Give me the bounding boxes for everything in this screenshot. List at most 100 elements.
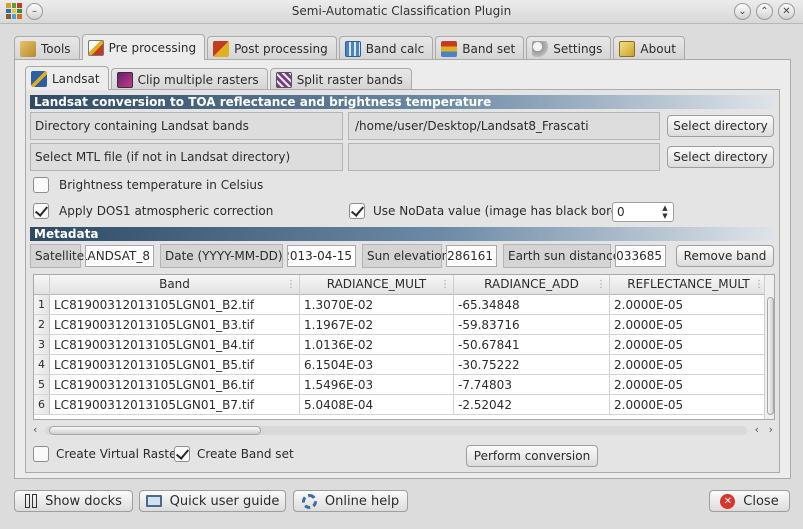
create-virtual-raster-checkbox[interactable]	[33, 446, 49, 462]
dos1-checkbox[interactable]	[33, 203, 49, 219]
tab-label: Split raster bands	[296, 72, 403, 87]
radiance-mult-cell[interactable]: 1.3070E-02	[300, 295, 454, 315]
radiance-mult-cell[interactable]: 6.1504E-03	[300, 355, 454, 375]
scroll-right-icon[interactable]: ›	[769, 423, 773, 436]
reflectance-mult-cell[interactable]: 2.0000E-05	[610, 375, 768, 395]
split-icon	[275, 71, 292, 88]
band-cell[interactable]: LC81900312013105LGN01_B7.tif	[50, 395, 300, 415]
landsat-directory-field[interactable]: /home/user/Desktop/Landsat8_Frascati	[348, 112, 660, 140]
horizontal-scrollbar-thumb[interactable]	[49, 426, 261, 435]
about-icon	[619, 40, 636, 57]
band-cell[interactable]: LC81900312013105LGN01_B5.tif	[50, 355, 300, 375]
nodata-value-spinbox[interactable]: 0 ▲ ▼	[612, 202, 674, 222]
tab-post-processing[interactable]: Post processing	[207, 36, 337, 60]
nodata-checkbox[interactable]	[349, 203, 365, 219]
radiance-mult-cell[interactable]: 1.0136E-02	[300, 335, 454, 355]
date-field[interactable]: 2013-04-15	[287, 245, 356, 267]
quick-user-guide-button[interactable]: Quick user guide	[139, 490, 286, 512]
satellite-label: Satellite	[30, 244, 84, 268]
vertical-scrollbar-thumb[interactable]	[767, 297, 774, 415]
close-button[interactable]: ✕ Close	[709, 490, 790, 512]
spin-arrows-icon[interactable]: ▲ ▼	[659, 204, 671, 220]
remove-band-button[interactable]: Remove band	[676, 245, 774, 267]
sun-elevation-label: Sun elevation	[362, 244, 449, 268]
scroll-left-end-icon[interactable]: ‹	[755, 423, 759, 436]
reflectance-mult-cell[interactable]: 2.0000E-05	[610, 295, 768, 315]
column-header-radiance-add[interactable]: RADIANCE_ADD ⋮	[454, 275, 610, 295]
scroll-left-icon[interactable]: ‹	[33, 423, 37, 436]
vertical-scrollbar[interactable]	[764, 275, 774, 419]
radiance-add-cell[interactable]: -2.52042	[454, 395, 610, 415]
tab-settings[interactable]: Settings	[526, 36, 612, 60]
online-help-button[interactable]: Online help	[293, 490, 408, 512]
perform-conversion-button[interactable]: Perform conversion	[466, 445, 598, 467]
collapse-window-button[interactable]: ⌄	[734, 3, 751, 20]
horizontal-scrollbar[interactable]: ‹ ‹ ›	[33, 423, 775, 437]
earth-sun-distance-value: 1.00330033685	[616, 249, 662, 263]
radiance-add-cell[interactable]: -59.83716	[454, 315, 610, 335]
tab-label: About	[640, 41, 676, 56]
calculator-icon	[344, 40, 361, 57]
tab-about[interactable]: About	[613, 36, 685, 60]
tab-split-raster-bands[interactable]: Split raster bands	[269, 68, 412, 90]
brightness-celsius-checkbox[interactable]	[33, 177, 49, 193]
row-number: 3	[34, 335, 50, 355]
tab-tools[interactable]: Tools	[14, 36, 80, 60]
pre-processing-panel: Landsat Clip multiple rasters Split rast…	[14, 59, 791, 479]
earth-sun-distance-field[interactable]: 1.00330033685	[615, 245, 666, 267]
brightness-celsius-label: Brightness temperature in Celsius	[59, 178, 264, 192]
expand-window-button[interactable]: ⌃	[756, 3, 773, 20]
bandset-icon	[441, 40, 458, 57]
metadata-section-header: Metadata	[30, 227, 775, 241]
tab-pre-processing[interactable]: Pre processing	[81, 34, 206, 60]
radiance-add-cell[interactable]: -50.67841	[454, 335, 610, 355]
tab-clip-multiple-rasters[interactable]: Clip multiple rasters	[110, 68, 268, 90]
clip-icon	[116, 71, 133, 88]
band-cell[interactable]: LC81900312013105LGN01_B6.tif	[50, 375, 300, 395]
show-docks-button[interactable]: Show docks	[14, 490, 133, 512]
select-directory-button[interactable]: Select directory	[667, 115, 774, 137]
column-header-reflectance-mult[interactable]: REFLECTANCE_MULT ⋮	[610, 275, 768, 295]
radiance-mult-cell[interactable]: 5.0408E-04	[300, 395, 454, 415]
tab-band-set[interactable]: Band set	[435, 36, 525, 60]
tab-band-calc[interactable]: Band calc	[338, 36, 434, 60]
postprocessing-icon	[213, 40, 230, 57]
create-virtual-raster-label: Create Virtual Raster	[56, 447, 182, 461]
column-header-band[interactable]: Band ⋮	[50, 275, 300, 295]
date-value: 2013-04-15	[287, 249, 352, 263]
radiance-add-cell[interactable]: -7.74803	[454, 375, 610, 395]
radiance-add-cell[interactable]: -30.75222	[454, 355, 610, 375]
mtl-file-label: Select MTL file (if not in Landsat direc…	[30, 143, 343, 171]
reflectance-mult-cell[interactable]: 2.0000E-05	[610, 355, 768, 375]
create-band-set-checkbox[interactable]	[174, 446, 190, 462]
wrench-icon	[532, 40, 549, 57]
tab-landsat[interactable]: Landsat	[25, 66, 109, 90]
landsat-panel: Landsat conversion to TOA reflectance an…	[25, 89, 780, 473]
monitor-icon	[145, 495, 162, 507]
tab-label: Pre processing	[108, 40, 197, 55]
reflectance-mult-cell[interactable]: 2.0000E-05	[610, 335, 768, 355]
satellite-field[interactable]: LANDSAT_8	[85, 245, 154, 267]
tab-label: Band calc	[365, 41, 425, 56]
band-cell[interactable]: LC81900312013105LGN01_B2.tif	[50, 295, 300, 315]
landsat-satellite-icon	[31, 70, 47, 87]
table-header: Band ⋮ RADIANCE_MULT ⋮ RADIANCE_ADD ⋮ REFLE…	[34, 275, 774, 295]
band-metadata-table[interactable]: Band ⋮ RADIANCE_MULT ⋮ RADIANCE_ADD ⋮ REFLE…	[33, 274, 775, 420]
radiance-mult-cell[interactable]: 1.5496E-03	[300, 375, 454, 395]
tab-label: Band set	[462, 41, 516, 56]
reflectance-mult-cell[interactable]: 2.0000E-05	[610, 395, 768, 415]
help-lifebuoy-icon	[301, 493, 317, 509]
reflectance-mult-cell[interactable]: 2.0000E-05	[610, 315, 768, 335]
select-mtl-button[interactable]: Select directory	[667, 146, 774, 168]
row-number-header	[34, 275, 50, 295]
docks-icon	[25, 494, 38, 508]
radiance-mult-cell[interactable]: 1.1967E-02	[300, 315, 454, 335]
band-cell[interactable]: LC81900312013105LGN01_B3.tif	[50, 315, 300, 335]
radiance-add-cell[interactable]: -65.34848	[454, 295, 610, 315]
close-window-button[interactable]: ✕	[778, 3, 795, 20]
sun-elevation-value: 47.94286161	[447, 249, 493, 263]
band-cell[interactable]: LC81900312013105LGN01_B4.tif	[50, 335, 300, 355]
column-header-radiance-mult[interactable]: RADIANCE_MULT ⋮	[300, 275, 454, 295]
sun-elevation-field[interactable]: 47.94286161	[446, 245, 497, 267]
mtl-file-field[interactable]	[348, 143, 660, 171]
